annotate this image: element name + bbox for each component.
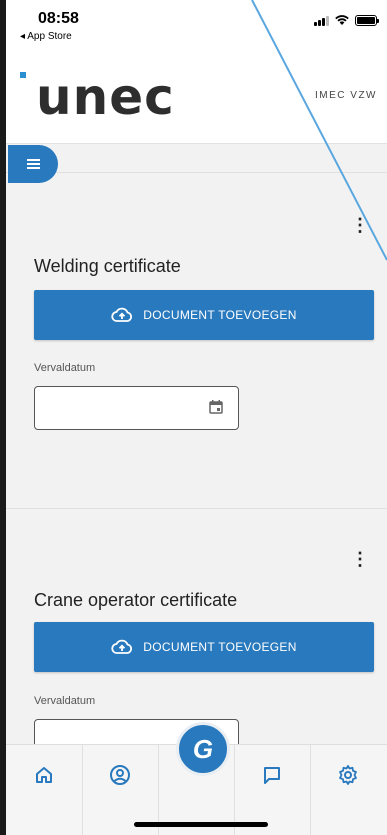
status-time: 08:58: [38, 10, 79, 27]
app-screen: 08:58 ◂ App Store unec IMEC VZW ⋮ Weldin…: [6, 0, 387, 835]
app-header: unec IMEC VZW: [6, 48, 387, 144]
status-icons: [314, 14, 379, 26]
expiry-date-input[interactable]: [34, 386, 239, 430]
account-circle-icon: [110, 765, 130, 785]
section-divider: [6, 172, 387, 173]
status-bar: 08:58 ◂ App Store: [6, 0, 387, 48]
expiry-date-label: Vervaldatum: [34, 362, 96, 374]
imec-logo: unec: [36, 68, 175, 126]
add-document-label: DOCUMENT TOEVOEGEN: [143, 308, 297, 322]
more-options-icon[interactable]: ⋮: [350, 550, 370, 574]
cloud-upload-icon: [111, 639, 133, 654]
chat-bubble-icon: [264, 767, 280, 784]
home-icon: [36, 767, 52, 783]
hamburger-menu-icon: [26, 157, 40, 171]
certificates-content: ⋮ Welding certificate DOCUMENT TOEVOEGEN…: [6, 144, 387, 744]
certificate-title: Welding certificate: [34, 256, 181, 276]
back-to-app-store-link[interactable]: ◂ App Store: [20, 31, 72, 42]
section-divider: [6, 508, 387, 509]
more-options-icon[interactable]: ⋮: [350, 216, 370, 240]
wifi-icon: [335, 15, 349, 25]
home-indicator: [134, 822, 268, 827]
nav-home[interactable]: [6, 745, 82, 805]
calendar-icon[interactable]: [208, 399, 224, 415]
nav-messages[interactable]: [234, 745, 310, 805]
g-action-button[interactable]: G: [176, 722, 230, 776]
battery-icon: [355, 15, 379, 26]
logo-accent-dot: [20, 72, 26, 78]
signal-icon: [314, 16, 329, 26]
add-document-button[interactable]: DOCUMENT TOEVOEGEN: [34, 622, 374, 672]
organization-name: IMEC VZW: [315, 90, 377, 101]
cloud-upload-icon: [111, 307, 133, 322]
certificate-title: Crane operator certificate: [34, 590, 238, 610]
g-logo-icon: G: [192, 733, 214, 764]
nav-settings[interactable]: [310, 745, 386, 805]
settings-gear-icon: [339, 765, 357, 785]
add-document-label: DOCUMENT TOEVOEGEN: [143, 640, 297, 654]
add-document-button[interactable]: DOCUMENT TOEVOEGEN: [34, 290, 374, 340]
nav-profile[interactable]: [82, 745, 158, 805]
menu-button[interactable]: [8, 145, 58, 183]
expiry-date-label: Vervaldatum: [34, 695, 96, 707]
